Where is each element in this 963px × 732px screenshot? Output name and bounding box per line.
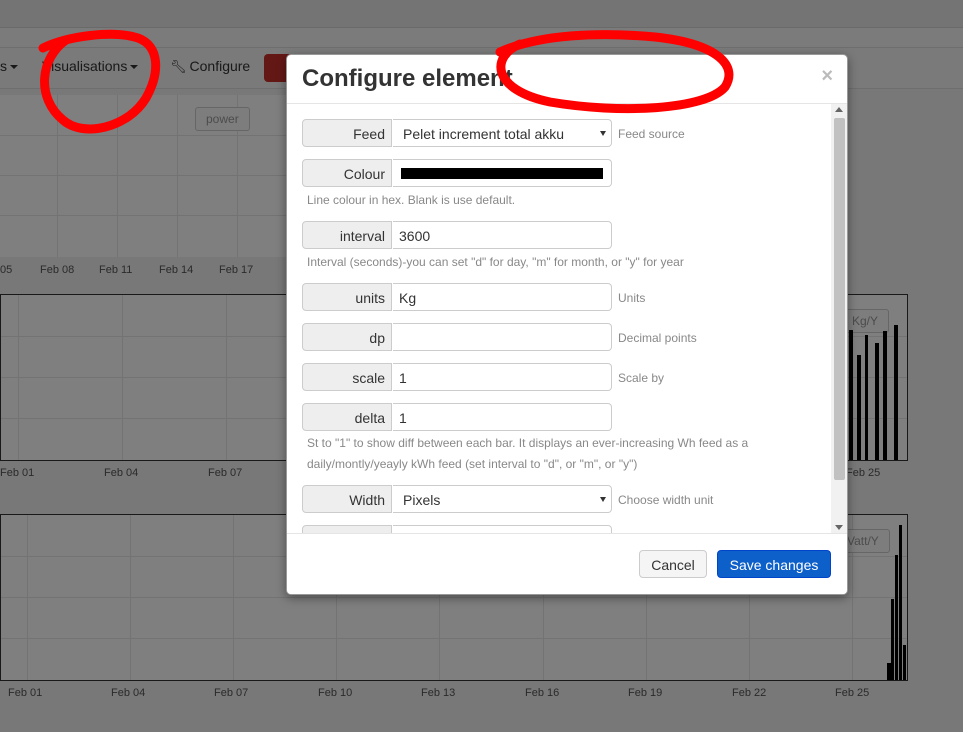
units-input[interactable]: Kg — [393, 283, 612, 311]
scale-help: Scale by — [618, 371, 665, 385]
feed-help: Feed source — [618, 127, 685, 141]
width-label: Width — [302, 485, 392, 513]
feed-select-value: Pelet increment total akku — [403, 126, 565, 142]
select-caret-icon — [600, 131, 606, 136]
modal-body: Feed Pelet increment total akku Feed sou… — [287, 104, 847, 533]
colour-swatch — [401, 168, 603, 179]
scale-label: scale — [302, 363, 392, 391]
scroll-up-icon[interactable] — [835, 107, 843, 112]
colour-input[interactable] — [393, 159, 612, 187]
width-select[interactable]: Pixels — [393, 485, 612, 513]
cancel-button[interactable]: Cancel — [639, 550, 707, 578]
modal-title: Configure element — [302, 65, 513, 92]
save-changes-button[interactable]: Save changes — [717, 550, 831, 578]
next-row-label — [302, 525, 392, 533]
dp-label: dp — [302, 323, 392, 351]
dp-input[interactable] — [393, 323, 612, 351]
units-help: Units — [618, 291, 646, 305]
width-help: Choose width unit — [618, 493, 714, 507]
configure-element-modal: Configure element × Feed Pelet increment… — [286, 54, 848, 595]
width-select-value: Pixels — [403, 492, 441, 508]
scrollbar-thumb[interactable] — [834, 118, 845, 480]
feed-select[interactable]: Pelet increment total akku — [393, 119, 612, 147]
units-label: units — [302, 283, 392, 311]
interval-help: Interval (seconds)-you can set "d" for d… — [307, 255, 684, 269]
modal-footer: Cancel Save changes — [287, 533, 847, 594]
next-row-input[interactable] — [393, 525, 612, 533]
scale-input[interactable]: 1 — [393, 363, 612, 391]
delta-input[interactable]: 1 — [393, 403, 612, 431]
colour-label: Colour — [302, 159, 392, 187]
colour-help: Line colour in hex. Blank is use default… — [307, 193, 516, 207]
modal-header: Configure element × — [287, 55, 847, 104]
scroll-down-icon[interactable] — [835, 525, 843, 530]
interval-input[interactable]: 3600 — [393, 221, 612, 249]
delta-help: St to "1" to show diff between each bar.… — [307, 436, 749, 471]
delta-label: delta — [302, 403, 392, 431]
interval-label: interval — [302, 221, 392, 249]
dp-help: Decimal points — [618, 331, 697, 345]
close-icon[interactable]: × — [821, 65, 833, 88]
feed-label: Feed — [302, 119, 392, 147]
select-caret-icon — [600, 497, 606, 502]
scrollbar[interactable] — [831, 104, 847, 533]
